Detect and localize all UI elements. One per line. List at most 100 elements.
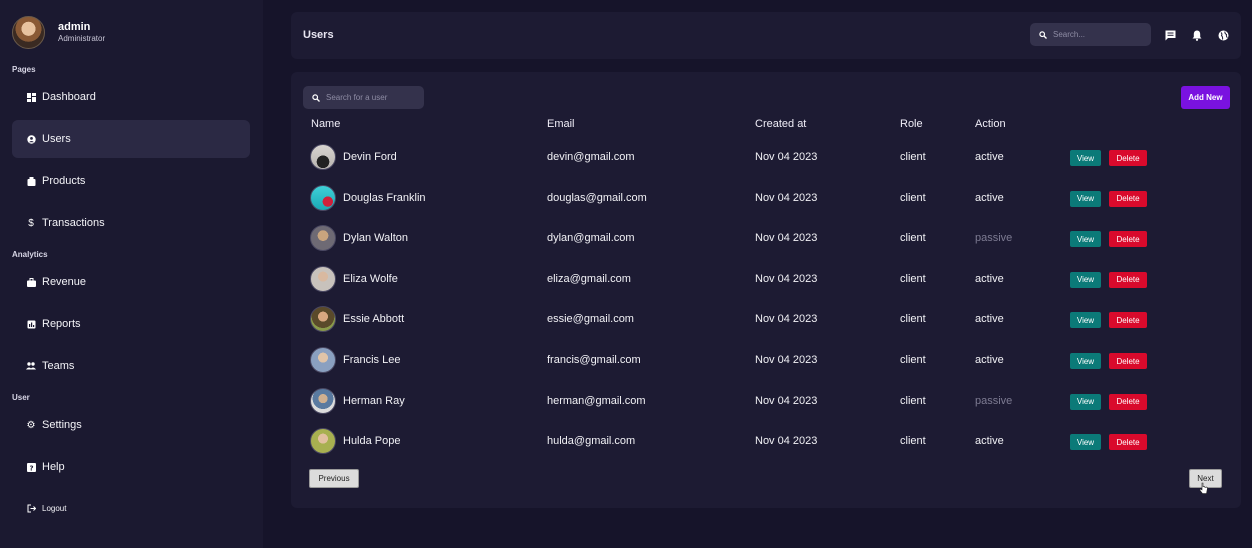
view-button[interactable]: View	[1070, 393, 1101, 410]
user-email: herman@gmail.com	[547, 394, 646, 407]
status-badge: active	[975, 272, 1004, 285]
view-button[interactable]: View	[1070, 353, 1101, 369]
avatar	[310, 387, 336, 414]
user-role: client	[900, 272, 926, 285]
user-name-cell: Eliza Wolfe	[310, 259, 398, 299]
status-badge: active	[975, 354, 1004, 366]
created-date: Nov 04 2023	[755, 191, 818, 204]
user-name: Douglas Franklin	[343, 191, 426, 204]
view-button[interactable]: View	[1070, 150, 1101, 166]
sidebar-item-teams[interactable]: Teams	[12, 347, 250, 385]
sidebar-item-label: Dashboard	[42, 91, 96, 103]
sidebar-item-label: Users	[42, 133, 71, 145]
delete-button[interactable]: Delete	[1109, 271, 1147, 288]
profile-role: Administrator	[58, 34, 106, 43]
sidebar-item-users[interactable]: Users	[12, 120, 250, 158]
sidebar-item-label: Teams	[42, 360, 75, 372]
delete-button[interactable]: Delete	[1109, 231, 1147, 248]
delete-button[interactable]: Delete	[1109, 190, 1147, 207]
user-search-box[interactable]	[303, 86, 424, 109]
table-row: Eliza Wolfe eliza@gmail.com Nov 04 2023 cli…	[291, 259, 1241, 299]
bell-icon[interactable]	[1191, 29, 1203, 41]
user-name-cell: Douglas Franklin	[310, 178, 426, 218]
avatar	[310, 428, 336, 455]
user-name-cell: Essie Abbott	[310, 299, 404, 339]
view-button[interactable]: View	[1070, 231, 1101, 248]
delete-button[interactable]: Delete	[1109, 150, 1147, 166]
sidebar-item-revenue[interactable]: Revenue	[12, 263, 250, 301]
sidebar-item-label: Reports	[42, 318, 81, 330]
delete-button[interactable]: Delete	[1109, 434, 1147, 451]
avatar	[310, 144, 336, 170]
products-icon	[26, 176, 36, 186]
column-header-email: Email	[547, 118, 575, 130]
user-email: hulda@gmail.com	[547, 435, 636, 448]
previous-button[interactable]: Previous	[309, 469, 359, 488]
avatar	[310, 225, 336, 252]
sidebar-item-dashboard[interactable]: Dashboard	[12, 78, 250, 116]
sidebar-item-products[interactable]: Products	[12, 162, 250, 200]
reports-icon	[26, 319, 36, 329]
user-name-cell: Hulda Pope	[310, 421, 401, 461]
svg-text:?: ?	[29, 464, 33, 472]
view-button[interactable]: View	[1070, 434, 1101, 451]
avatar	[310, 306, 336, 333]
profile[interactable]: admin Administrator	[12, 16, 105, 49]
user-email: francis@gmail.com	[547, 354, 641, 366]
chat-icon[interactable]	[1164, 29, 1176, 41]
sidebar-item-reports[interactable]: Reports	[12, 305, 250, 343]
user-name-cell: Herman Ray	[310, 381, 405, 421]
sidebar-item-transactions[interactable]: $ Transactions	[12, 204, 250, 242]
view-button[interactable]: View	[1070, 190, 1101, 207]
status-badge: passive	[975, 232, 1013, 245]
user-role: client	[900, 435, 926, 448]
user-email: eliza@gmail.com	[547, 272, 631, 285]
sidebar-item-label: Logout	[42, 503, 67, 513]
user-role: client	[900, 313, 926, 326]
user-name-cell: Francis Lee	[310, 340, 400, 380]
table-row: Devin Ford devin@gmail.com Nov 04 2023 clie…	[291, 137, 1241, 177]
status-badge: active	[975, 151, 1004, 163]
avatar	[310, 265, 336, 292]
briefcase-icon	[26, 277, 36, 287]
dollar-icon: $	[28, 217, 34, 229]
delete-button[interactable]: Delete	[1109, 393, 1147, 410]
gear-icon: ⚙	[26, 419, 36, 431]
user-search-input[interactable]	[326, 93, 416, 102]
globe-icon[interactable]	[1217, 29, 1229, 41]
view-button[interactable]: View	[1070, 312, 1101, 329]
created-date: Nov 04 2023	[755, 151, 818, 163]
table-row: Hulda Pope hulda@gmail.com Nov 04 2023 clie…	[291, 421, 1241, 461]
delete-button[interactable]: Delete	[1109, 312, 1147, 329]
sidebar-item-label: Products	[42, 175, 86, 187]
status-badge: active	[975, 313, 1004, 326]
user-role: client	[900, 394, 926, 407]
user-email: devin@gmail.com	[547, 151, 635, 163]
top-search-input[interactable]	[1053, 30, 1143, 39]
sidebar-item-help[interactable]: ? Help	[12, 448, 250, 486]
users-icon	[26, 134, 36, 144]
teams-icon	[26, 361, 36, 371]
add-new-button[interactable]: Add New	[1181, 86, 1230, 109]
avatar	[12, 16, 45, 49]
profile-name: admin	[58, 21, 91, 33]
table-row: Essie Abbott essie@gmail.com Nov 04 2023 cl…	[291, 299, 1241, 339]
view-button[interactable]: View	[1070, 271, 1101, 288]
avatar	[310, 184, 336, 211]
status-badge: passive	[975, 394, 1013, 407]
user-name: Herman Ray	[343, 394, 405, 407]
user-name: Eliza Wolfe	[343, 272, 398, 285]
user-email: dylan@gmail.com	[547, 232, 635, 245]
mouse-cursor-icon	[1199, 481, 1208, 499]
user-role: client	[900, 354, 926, 366]
delete-button[interactable]: Delete	[1109, 353, 1147, 369]
column-header-name: Name	[311, 118, 341, 130]
created-date: Nov 04 2023	[755, 232, 818, 245]
avatar	[310, 347, 336, 373]
user-name: Hulda Pope	[343, 435, 401, 448]
sidebar-item-settings[interactable]: ⚙ Settings	[12, 406, 250, 444]
users-panel: Add New Name Email Created at Role Actio…	[291, 72, 1241, 508]
sidebar-item-logout[interactable]: Logout	[12, 489, 250, 527]
column-header-created: Created at	[755, 118, 807, 130]
top-search-box[interactable]	[1030, 23, 1151, 46]
